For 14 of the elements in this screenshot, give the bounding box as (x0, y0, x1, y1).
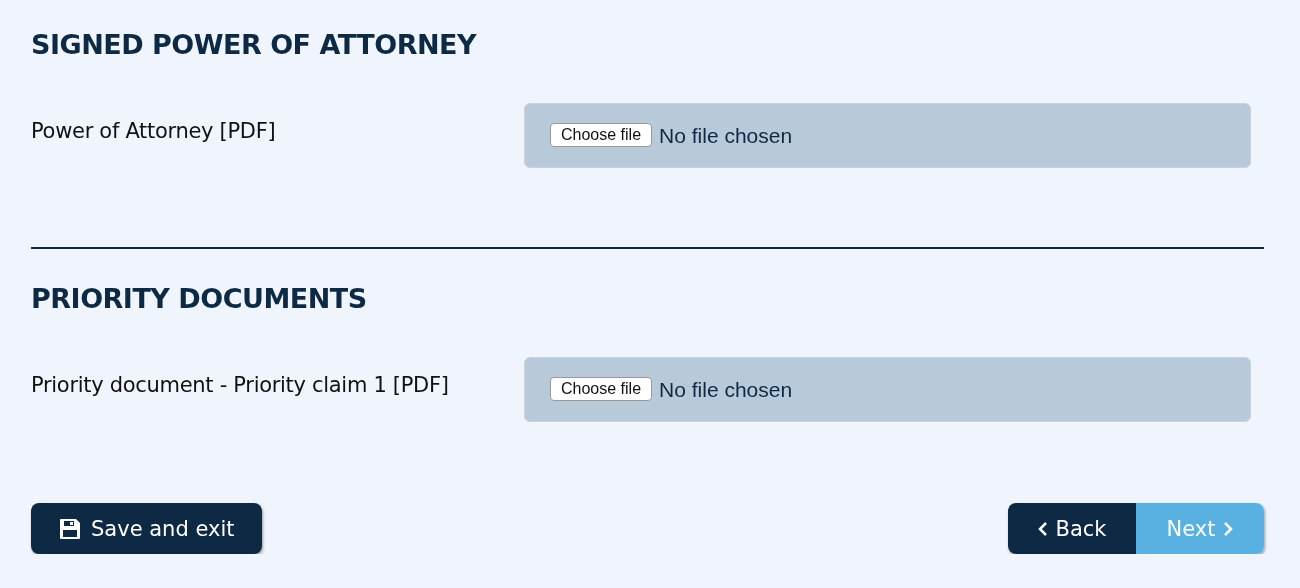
file-status: No file chosen (659, 123, 793, 149)
field-label: Priority document - Priority claim 1 [PDF] (31, 372, 450, 397)
chevron-right-icon (1223, 520, 1234, 537)
section-heading: SIGNED POWER OF ATTORNEY (31, 28, 478, 62)
back-button[interactable]: Back (1008, 503, 1136, 554)
field-label: Power of Attorney [PDF] (31, 118, 277, 143)
chevron-left-icon (1037, 520, 1048, 537)
file-status: No file chosen (659, 377, 793, 403)
section-heading: PRIORITY DOCUMENTS (31, 282, 368, 316)
choose-file-button[interactable]: Choose file (550, 123, 653, 147)
file-upload-field[interactable]: Choose file No file chosen (524, 103, 1251, 168)
choose-file-button[interactable]: Choose file (550, 377, 653, 401)
file-upload-field[interactable]: Choose file No file chosen (524, 357, 1251, 422)
save-and-exit-button[interactable]: Save and exit (31, 503, 263, 554)
